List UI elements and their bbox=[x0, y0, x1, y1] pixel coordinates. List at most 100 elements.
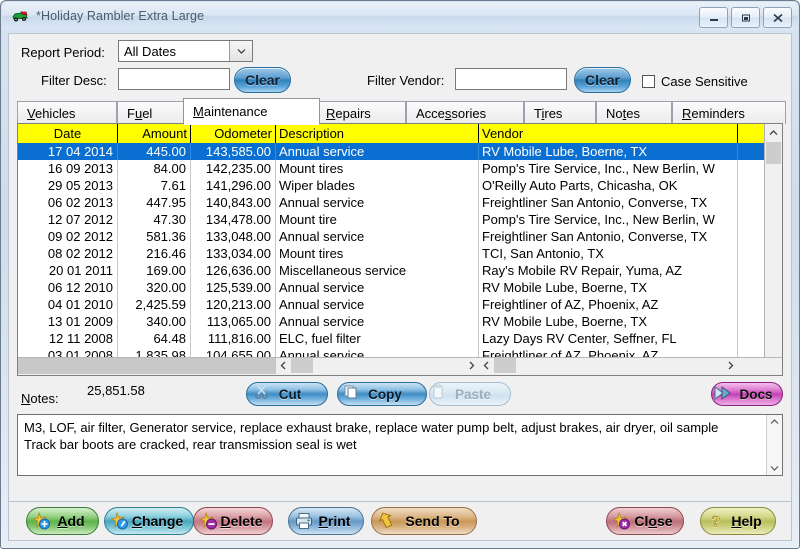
cell-amount: 169.00 bbox=[118, 262, 191, 279]
cell-amount: 581.36 bbox=[118, 228, 191, 245]
cell-date: 13 01 2009 bbox=[18, 313, 118, 330]
cell-date: 29 05 2013 bbox=[18, 177, 118, 194]
notes-content: M3, LOF, air filter, Generator service, … bbox=[24, 419, 762, 453]
tab-vehicles[interactable]: Vehicles bbox=[17, 101, 117, 124]
cell-description: Wiper blades bbox=[276, 177, 479, 194]
description-horizontal-scrollbar[interactable] bbox=[276, 358, 479, 374]
cut-button[interactable]: Cut bbox=[246, 382, 328, 406]
cell-description: Mount tires bbox=[276, 160, 479, 177]
cell-vendor: Freightliner of AZ, Phoenix, AZ bbox=[479, 296, 738, 313]
cut-label: Cut bbox=[278, 386, 302, 402]
send-to-button[interactable]: Send To bbox=[371, 507, 477, 535]
chevron-down-icon[interactable] bbox=[229, 41, 252, 61]
grid-rows: 17 04 2014 445.00 143,585.00 Annual serv… bbox=[18, 143, 782, 364]
table-row[interactable]: 06 02 2013 447.95 140,843.00 Annual serv… bbox=[18, 194, 782, 211]
close-button[interactable]: Close bbox=[606, 507, 684, 535]
column-header-date[interactable]: Date bbox=[18, 124, 118, 143]
vendor-scroll-thumb[interactable] bbox=[494, 358, 516, 373]
column-header-amount[interactable]: Amount bbox=[118, 124, 191, 143]
delete-button[interactable]: Delete bbox=[193, 507, 273, 535]
print-button[interactable]: Print bbox=[288, 507, 364, 535]
cell-odometer: 113,065.00 bbox=[191, 313, 276, 330]
description-scroll-thumb[interactable] bbox=[291, 358, 313, 373]
tab-fuel[interactable]: Fuel bbox=[117, 101, 187, 124]
tab-notes[interactable]: Notes bbox=[596, 101, 672, 124]
footer-cell-date bbox=[18, 358, 118, 374]
scroll-right-icon[interactable] bbox=[464, 361, 479, 372]
window-title: *Holiday Rambler Extra Large bbox=[36, 9, 205, 23]
tab-accessories[interactable]: Accessories bbox=[406, 101, 524, 124]
cell-vendor: Freightliner San Antonio, Converse, TX bbox=[479, 194, 738, 211]
description-scroll-track[interactable] bbox=[291, 358, 464, 374]
tab-reminders[interactable]: Reminders bbox=[672, 101, 786, 124]
close-icon[interactable] bbox=[763, 7, 792, 28]
cell-vendor: Pomp's Tire Service, Inc., New Berlin, W bbox=[479, 160, 738, 177]
docs-label: Docs bbox=[739, 386, 773, 402]
column-header-vendor[interactable]: Vendor bbox=[479, 124, 738, 143]
cell-description: Miscellaneous service bbox=[276, 262, 479, 279]
case-sensitive-checkbox[interactable]: Case Sensitive bbox=[642, 74, 748, 89]
scroll-left-icon[interactable] bbox=[479, 361, 494, 372]
column-header-description[interactable]: Description bbox=[276, 124, 479, 143]
copy-button[interactable]: Copy bbox=[337, 382, 427, 406]
table-row[interactable]: 13 01 2009 340.00 113,065.00 Annual serv… bbox=[18, 313, 782, 330]
cell-description: ELC, fuel filter bbox=[276, 330, 479, 347]
add-label: Add bbox=[57, 513, 85, 529]
cell-date: 04 01 2010 bbox=[18, 296, 118, 313]
minimize-button[interactable] bbox=[699, 7, 728, 28]
checkbox-box[interactable] bbox=[642, 75, 655, 88]
clear-filter-vendor-button[interactable]: Clear bbox=[574, 67, 631, 93]
cell-odometer: 126,636.00 bbox=[191, 262, 276, 279]
cell-odometer: 134,478.00 bbox=[191, 211, 276, 228]
scroll-up-icon[interactable] bbox=[765, 124, 782, 141]
vendor-scroll-track[interactable] bbox=[494, 358, 723, 374]
vertical-scroll-thumb[interactable] bbox=[766, 142, 781, 164]
change-button[interactable]: Change bbox=[104, 507, 194, 535]
table-row[interactable]: 12 07 2012 47.30 134,478.00 Mount tire P… bbox=[18, 211, 782, 228]
table-row[interactable]: 20 01 2011 169.00 126,636.00 Miscellaneo… bbox=[18, 262, 782, 279]
table-row[interactable]: 16 09 2013 84.00 142,235.00 Mount tires … bbox=[18, 160, 782, 177]
notes-textarea[interactable]: M3, LOF, air filter, Generator service, … bbox=[17, 414, 783, 476]
table-row[interactable]: 08 02 2012 216.46 133,034.00 Mount tires… bbox=[18, 245, 782, 262]
star-x-icon bbox=[612, 511, 632, 531]
table-row[interactable]: 17 04 2014 445.00 143,585.00 Annual serv… bbox=[18, 143, 782, 160]
add-button[interactable]: Add bbox=[26, 507, 99, 535]
cell-date: 16 09 2013 bbox=[18, 160, 118, 177]
filter-desc-input[interactable] bbox=[118, 68, 230, 90]
cell-description: Annual service bbox=[276, 296, 479, 313]
paste-button[interactable]: Paste bbox=[429, 382, 511, 406]
cell-vendor: RV Mobile Lube, Boerne, TX bbox=[479, 313, 738, 330]
table-row[interactable]: 04 01 2010 2,425.59 120,213.00 Annual se… bbox=[18, 296, 782, 313]
tab-maintenance[interactable]: Maintenance bbox=[183, 98, 320, 125]
cell-amount: 7.61 bbox=[118, 177, 191, 194]
table-row[interactable]: 09 02 2012 581.36 133,048.00 Annual serv… bbox=[18, 228, 782, 245]
maximize-button[interactable] bbox=[731, 7, 760, 28]
clear-filter-desc-button[interactable]: Clear bbox=[234, 67, 291, 93]
vendor-horizontal-scrollbar[interactable] bbox=[479, 358, 738, 374]
notes-vertical-scrollbar[interactable] bbox=[766, 415, 782, 475]
footer-cell-odometer bbox=[191, 358, 276, 374]
scroll-down-icon[interactable] bbox=[770, 463, 779, 473]
cell-date: 08 02 2012 bbox=[18, 245, 118, 262]
report-period-select[interactable]: All Dates bbox=[118, 40, 253, 62]
docs-button[interactable]: Docs bbox=[711, 382, 783, 406]
cell-odometer: 141,296.00 bbox=[191, 177, 276, 194]
cell-amount: 64.48 bbox=[118, 330, 191, 347]
tab-repairs[interactable]: Repairs bbox=[316, 101, 406, 124]
help-button[interactable]: ? Help bbox=[700, 507, 776, 535]
cell-amount: 2,425.59 bbox=[118, 296, 191, 313]
table-row[interactable]: 29 05 2013 7.61 141,296.00 Wiper blades … bbox=[18, 177, 782, 194]
action-bar: Add Change Delete Print Send To Close ? … bbox=[8, 501, 792, 541]
tab-tires[interactable]: Tires bbox=[524, 101, 596, 124]
clipboard-icon bbox=[430, 384, 450, 404]
table-row[interactable]: 06 12 2010 320.00 125,539.00 Annual serv… bbox=[18, 279, 782, 296]
scroll-left-icon[interactable] bbox=[276, 361, 291, 372]
cell-date: 12 11 2008 bbox=[18, 330, 118, 347]
scroll-right-icon[interactable] bbox=[723, 361, 738, 372]
scroll-up-icon[interactable] bbox=[770, 417, 779, 427]
column-header-odometer[interactable]: Odometer bbox=[191, 124, 276, 143]
grid-vertical-scrollbar[interactable] bbox=[764, 124, 782, 375]
filter-vendor-input[interactable] bbox=[455, 68, 567, 90]
cell-description: Mount tire bbox=[276, 211, 479, 228]
table-row[interactable]: 12 11 2008 64.48 111,816.00 ELC, fuel fi… bbox=[18, 330, 782, 347]
